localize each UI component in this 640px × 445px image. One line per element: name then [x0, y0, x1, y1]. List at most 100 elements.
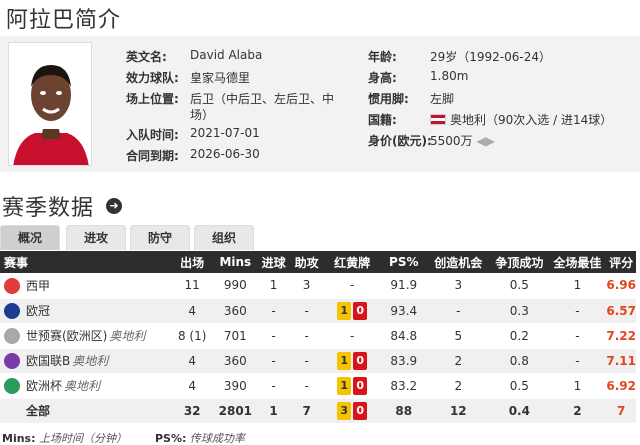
value-foot: 左脚 [430, 92, 455, 106]
competition-team: 奥地利 [109, 329, 146, 343]
apps-cell: 11 [170, 273, 214, 299]
red-card-count: 0 [353, 376, 368, 395]
header-motm[interactable]: 全场最佳 [548, 251, 607, 273]
total-mins-cell: 2801 [213, 398, 258, 424]
austria-flag-icon [430, 114, 446, 125]
yellow-card-count: 1 [337, 351, 352, 370]
tab-organize[interactable]: 组织 [194, 225, 254, 250]
table-row[interactable]: 欧洲杯 奥地利 4 390- -1 0 83.2 2 0.5 1 6.92 [0, 373, 636, 399]
label-join-date: 入队时间: [126, 128, 179, 142]
competition-cell[interactable]: 世预赛(欧洲区) 奥地利 [0, 323, 171, 349]
tab-defense[interactable]: 防守 [130, 225, 190, 250]
total-apps-cell: 32 [170, 398, 214, 424]
ps-cell: 84.8 [381, 323, 427, 349]
competition-team: 奥地利 [72, 354, 109, 368]
competition-name[interactable]: 西甲 [26, 279, 50, 293]
motm-cell: - [548, 348, 607, 374]
competition-name[interactable]: 欧洲杯 [26, 379, 62, 393]
motm-cell: - [548, 323, 607, 349]
tab-overview[interactable]: 概况 [0, 225, 60, 250]
header-competition[interactable]: 赛事 [0, 251, 171, 273]
table-row[interactable]: 欧国联B 奥地利 4 360- -1 0 83.9 2 0.8-7.11 [0, 348, 636, 374]
header-ps[interactable]: PS% [381, 251, 427, 273]
chances-cell: 2 [426, 373, 491, 399]
legend-mins-desc: 上场时间（分钟） [39, 432, 127, 445]
rating-cell: 6.92 [606, 373, 636, 399]
ps-cell: 83.9 [381, 348, 427, 374]
header-mins[interactable]: Mins [213, 251, 258, 273]
competition-logo-icon [4, 378, 20, 394]
rating-cell: 6.96 [606, 273, 636, 299]
legend-mins-key: Mins: [2, 432, 36, 445]
aerial-cell: 0.5 [490, 273, 549, 299]
table-legend: Mins: 上场时间（分钟） PS%: 传球成功率 [2, 430, 245, 445]
competition-logo-icon [4, 277, 20, 294]
legend-ps-desc: 传球成功率 [189, 432, 245, 445]
competition-cell[interactable]: 欧冠 [0, 298, 171, 324]
mins-cell: 701 [213, 323, 258, 349]
label-position: 场上位置: [126, 92, 179, 106]
table-header-row: 赛事 出场 Mins 进球 助攻 红黄牌 PS% 创造机会 争顶成功 全场最佳 … [0, 251, 636, 273]
motm-cell: 1 [548, 273, 607, 299]
competition-cell[interactable]: 欧国联B 奥地利 [0, 348, 171, 374]
cards-cell: - [323, 273, 382, 299]
table-row[interactable]: 欧冠 4 360- -1 0 93.4-0.3-6.57 [0, 298, 636, 324]
competition-logo-icon [4, 328, 20, 344]
value-nation: 奥地利（90次入选 / 进14球） [430, 111, 612, 128]
value-trend-arrows-icon[interactable]: ◀▶ [477, 134, 495, 148]
header-goals[interactable]: 进球 [257, 251, 291, 273]
chances-cell: 3 [426, 273, 491, 299]
apps-cell: 8 (1) [170, 323, 214, 349]
goals-cell: - [257, 373, 291, 399]
label-height: 身高: [368, 71, 397, 85]
value-market-value: 5500万 ◀▶ [430, 132, 495, 149]
competition-logo-icon [4, 303, 20, 319]
header-apps[interactable]: 出场 [170, 251, 214, 273]
competition-cell[interactable]: 欧洲杯 奥地利 [0, 373, 171, 399]
chances-cell: - [426, 298, 491, 324]
aerial-cell: 0.3 [490, 298, 549, 324]
chances-cell: 2 [426, 348, 491, 374]
total-motm-cell: 2 [548, 398, 607, 424]
arrow-right-circle-icon[interactable]: ➜ [106, 198, 122, 214]
player-profile: 英文名: David Alaba 效力球队: 皇家马德里 场上位置: 后卫（中后… [0, 36, 640, 172]
total-aerial-cell: 0.4 [490, 398, 549, 424]
assists-cell: - [290, 298, 324, 324]
competition-cell[interactable]: 西甲 [0, 273, 171, 299]
apps-cell: 4 [170, 298, 214, 324]
total-ps-cell: 88 [381, 398, 427, 424]
rating-cell: 6.57 [606, 298, 636, 324]
label-contract: 合同到期: [126, 149, 179, 163]
competition-name[interactable]: 欧国联B [26, 354, 70, 368]
label-nation: 国籍: [368, 113, 397, 127]
header-cards[interactable]: 红黄牌 [323, 251, 382, 273]
value-height: 1.80m [430, 69, 469, 83]
total-goals-cell: 1 [257, 398, 291, 424]
mins-cell: 990 [213, 273, 258, 299]
header-assists[interactable]: 助攻 [290, 251, 324, 273]
assists-cell: - [290, 323, 324, 349]
chances-cell: 5 [426, 323, 491, 349]
total-label-cell: 全部 [0, 398, 171, 424]
value-nation-text: 奥地利（90次入选 / 进14球） [450, 113, 613, 127]
total-cards-cell: 30 [323, 398, 382, 424]
total-rating-cell: 7 [606, 398, 636, 424]
red-card-count: 0 [353, 351, 368, 370]
competition-name[interactable]: 世预赛(欧洲区) [26, 329, 107, 343]
mins-cell: 360 [213, 348, 258, 374]
ps-cell: 83.2 [381, 373, 427, 399]
table-row[interactable]: 西甲 11 990 1 3-91.9 3 0.5 1 6.96 [0, 273, 636, 299]
assists-cell: - [290, 373, 324, 399]
header-chances[interactable]: 创造机会 [426, 251, 491, 273]
competition-name[interactable]: 欧冠 [26, 304, 50, 318]
label-club: 效力球队: [126, 71, 179, 85]
value-position-line2: 场） [190, 108, 215, 122]
player-photo [8, 42, 92, 166]
ps-cell: 91.9 [381, 273, 427, 299]
header-aerial[interactable]: 争顶成功 [490, 251, 549, 273]
label-en-name: 英文名: [126, 50, 167, 64]
header-rating[interactable]: 评分 [606, 251, 636, 273]
table-row[interactable]: 世预赛(欧洲区) 奥地利 8 (1) 701- - -84.8 5 0.2-7.22 [0, 323, 636, 349]
value-club[interactable]: 皇家马德里 [190, 69, 250, 86]
tab-attack[interactable]: 进攻 [66, 225, 126, 250]
